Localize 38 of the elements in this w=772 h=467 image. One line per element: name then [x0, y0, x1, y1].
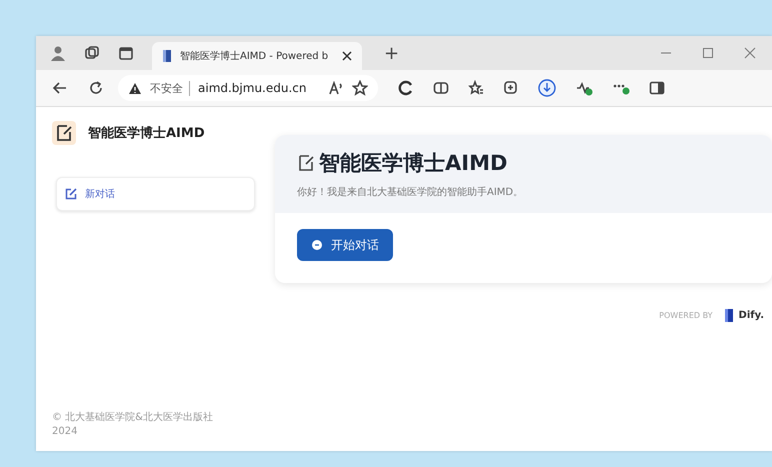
tab-actions-icon[interactable] [118, 45, 134, 61]
back-arrow-icon[interactable] [52, 80, 68, 96]
security-label: 不安全 [150, 80, 190, 96]
new-tab-button[interactable]: + [380, 42, 404, 64]
c-letter-icon[interactable] [398, 80, 414, 96]
chat-bubble-icon [311, 239, 323, 251]
profile-icon[interactable] [50, 45, 66, 61]
url-text: aimd.bjmu.edu.cn [198, 81, 308, 95]
browser-tab[interactable]: 智能医学博士AIMD - Powered b [152, 42, 362, 70]
star-icon[interactable] [352, 80, 368, 96]
document-icon [162, 49, 172, 63]
split-screen-icon[interactable] [433, 80, 449, 96]
notepad-icon [297, 154, 315, 172]
workspaces-icon[interactable] [84, 45, 100, 61]
notepad-icon [52, 121, 76, 145]
copyright-text: © 北大基础医学院&北大医学出版社 [52, 411, 214, 425]
app-name: 智能医学博士AIMD [88, 125, 205, 142]
warning-icon [128, 82, 142, 94]
heartbeat-icon[interactable] [575, 80, 593, 96]
address-bar[interactable]: 不安全 aimd.bjmu.edu.cn [118, 75, 378, 101]
powered-by-label: POWERED BY [659, 311, 713, 320]
welcome-subtitle: 你好！我是来自北大基础医学院的智能助手AIMD。 [297, 186, 524, 199]
start-chat-button[interactable]: 开始对话 [297, 229, 393, 261]
refresh-icon[interactable] [88, 80, 104, 96]
read-aloud-icon[interactable] [328, 81, 344, 95]
welcome-title: 智能医学博士AIMD [319, 150, 508, 177]
close-icon[interactable] [342, 51, 352, 61]
favorites-icon[interactable] [468, 80, 484, 96]
brand-name: Dify. [738, 310, 764, 321]
collections-icon[interactable] [503, 80, 519, 96]
download-icon[interactable] [538, 79, 556, 97]
edit-icon [65, 188, 77, 200]
tab-title: 智能医学博士AIMD - Powered b [180, 50, 330, 63]
copyright-year: 2024 [52, 425, 78, 439]
dify-logo-icon [724, 309, 733, 322]
new-chat-item[interactable]: 新对话 [56, 177, 255, 211]
maximize-icon[interactable] [702, 47, 714, 59]
sidebar-icon[interactable] [649, 80, 665, 96]
